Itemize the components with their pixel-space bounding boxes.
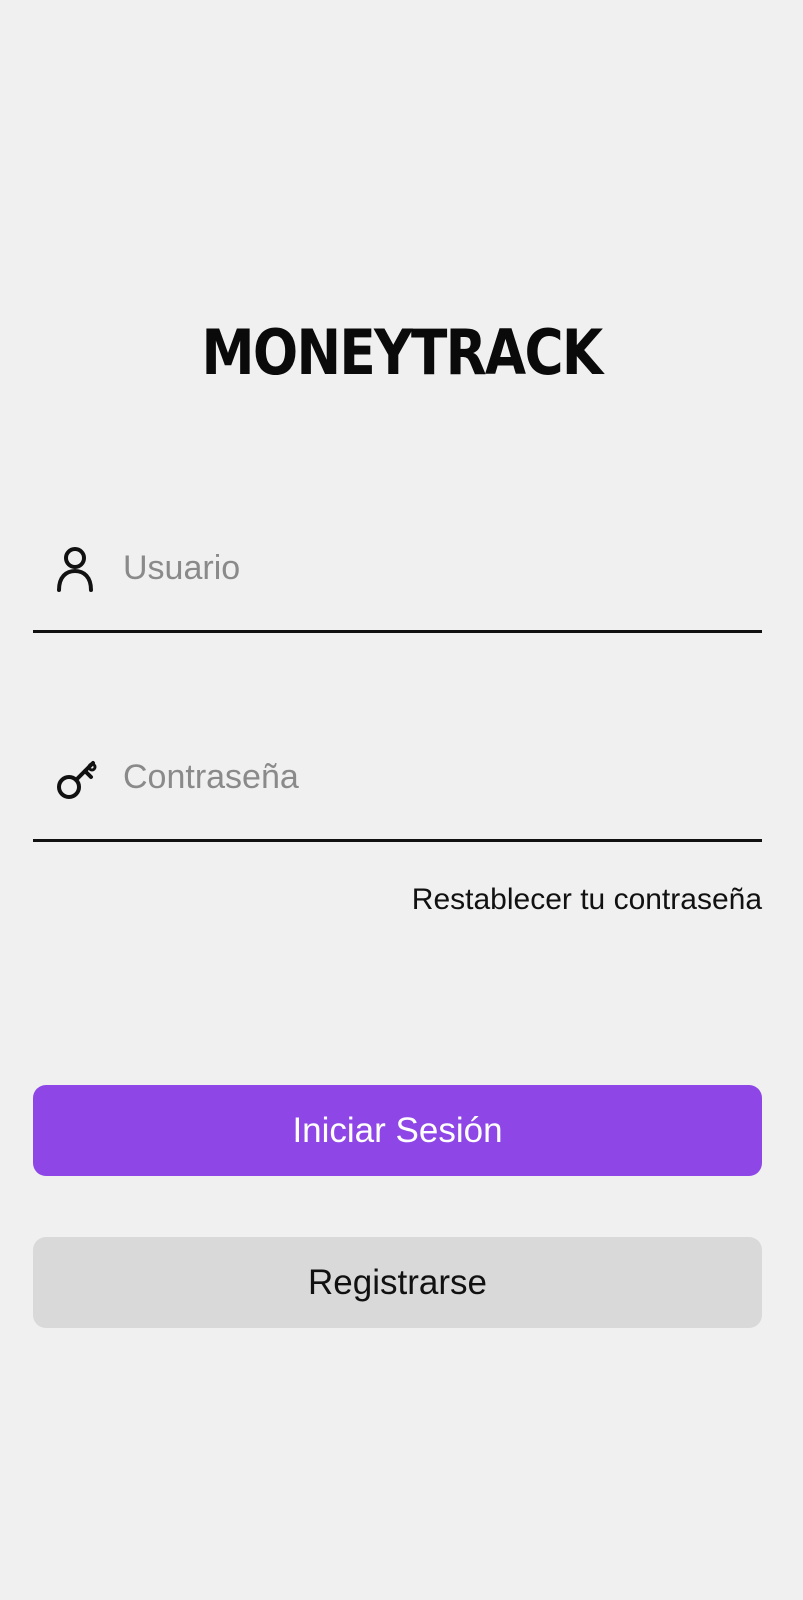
register-button[interactable]: Registrarse — [33, 1237, 762, 1328]
password-field[interactable] — [33, 742, 762, 842]
reset-password-link[interactable]: Restablecer tu contraseña — [412, 880, 762, 920]
user-icon — [55, 546, 95, 592]
username-input[interactable] — [123, 543, 743, 593]
username-field[interactable] — [33, 533, 762, 633]
password-input[interactable] — [123, 752, 743, 802]
app-logo: MONEYTRACK — [201, 316, 603, 389]
key-icon — [55, 755, 97, 801]
login-button[interactable]: Iniciar Sesión — [33, 1085, 762, 1176]
